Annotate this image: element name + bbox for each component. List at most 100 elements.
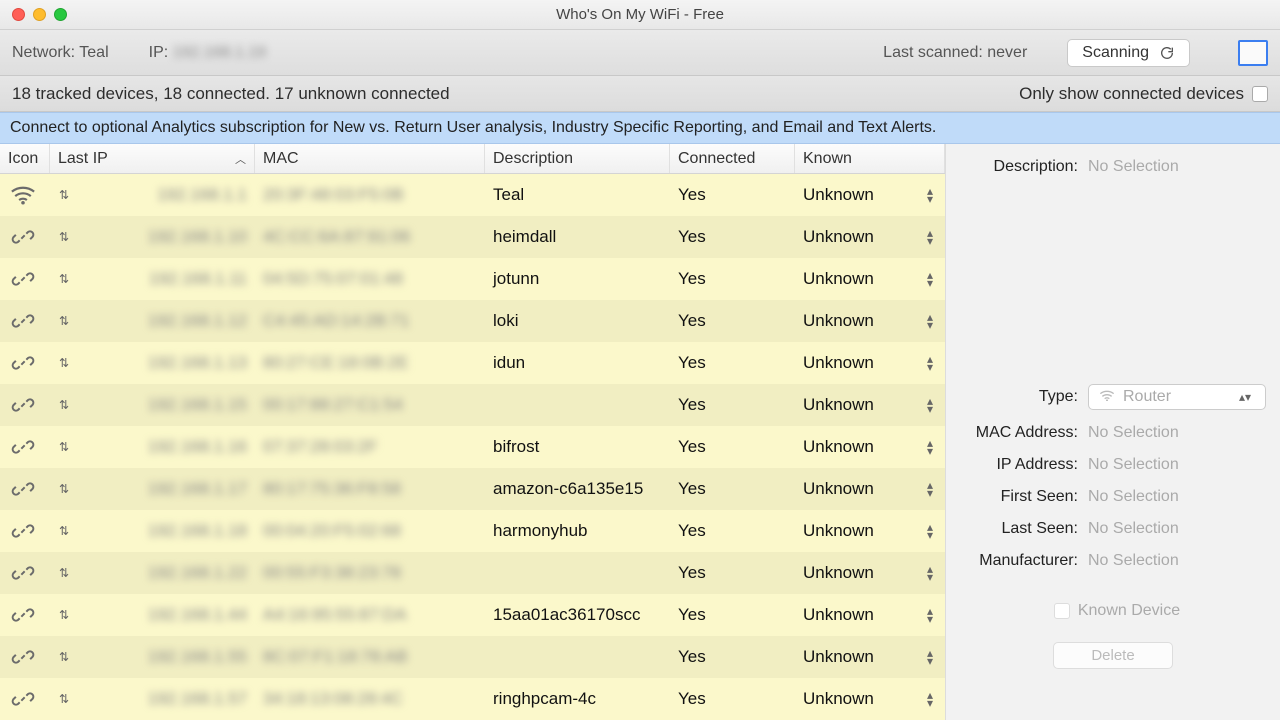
row-conn: Yes: [678, 437, 706, 456]
stepper-icon[interactable]: ▴▾: [927, 229, 933, 245]
sort-handle-icon[interactable]: ⇅: [58, 566, 70, 580]
device-table: Icon Last IP ︿ MAC Description Connected…: [0, 144, 945, 720]
stepper-icon[interactable]: ▴▾: [927, 439, 933, 455]
last-scanned: Last scanned: never: [883, 44, 1027, 62]
stepper-icon[interactable]: ▴▾: [927, 313, 933, 329]
table-row[interactable]: ⇅192.168.1.1104:5D:75:07:01:48jotunnYesU…: [0, 258, 945, 300]
row-mac: 34:18:13:08:28:4C: [263, 689, 403, 708]
reload-icon: [1159, 45, 1175, 61]
link-icon: [8, 479, 38, 499]
table-row[interactable]: ⇅192.168.1.12C4:45:AD:14:2B:71lokiYesUnk…: [0, 300, 945, 342]
sort-handle-icon[interactable]: ⇅: [58, 692, 70, 706]
row-known: Unknown: [803, 185, 874, 205]
stepper-icon[interactable]: ▴▾: [927, 523, 933, 539]
col-header-icon[interactable]: Icon: [0, 144, 50, 173]
stepper-icon[interactable]: ▴▾: [927, 607, 933, 623]
detail-mac-label: MAC Address:: [960, 424, 1078, 442]
table-row[interactable]: ⇅192.168.1.1380:27:CE:18:0B:2EidunYesUnk…: [0, 342, 945, 384]
row-known: Unknown: [803, 689, 874, 709]
scan-button[interactable]: Scanning: [1067, 39, 1190, 67]
sort-handle-icon[interactable]: ⇅: [58, 230, 70, 244]
analytics-banner[interactable]: Connect to optional Analytics subscripti…: [0, 112, 1280, 144]
status-bar: 18 tracked devices, 18 connected. 17 unk…: [0, 76, 1280, 112]
stepper-icon[interactable]: ▴▾: [927, 187, 933, 203]
col-header-mac[interactable]: MAC: [255, 144, 485, 173]
sort-handle-icon[interactable]: ⇅: [58, 188, 70, 202]
detail-ip-label: IP Address:: [960, 456, 1078, 474]
row-known: Unknown: [803, 437, 874, 457]
table-row[interactable]: ⇅192.168.1.104C:CC:6A:87:91:06heimdallYe…: [0, 216, 945, 258]
table-row[interactable]: ⇅192.168.1.2200:55:F3:38:23:78YesUnknown…: [0, 552, 945, 594]
known-device-checkbox[interactable]: [1054, 603, 1070, 619]
sort-handle-icon[interactable]: ⇅: [58, 440, 70, 454]
sort-handle-icon[interactable]: ⇅: [58, 314, 70, 328]
table-row[interactable]: ⇅192.168.1.1800:04:20:F5:02:68harmonyhub…: [0, 510, 945, 552]
row-ip: 192.168.1.11: [149, 269, 247, 289]
stepper-icon[interactable]: ▴▾: [927, 271, 933, 287]
row-conn: Yes: [678, 353, 706, 372]
table-row[interactable]: ⇅192.168.1.44A4:16:95:55:87:DA15aa01ac36…: [0, 594, 945, 636]
detail-type-label: Type:: [960, 388, 1078, 406]
sort-handle-icon[interactable]: ⇅: [58, 608, 70, 622]
wifi-icon: [8, 185, 38, 205]
col-header-known[interactable]: Known: [795, 144, 945, 173]
col-header-ip[interactable]: Last IP ︿: [50, 144, 255, 173]
col-header-desc[interactable]: Description: [485, 144, 670, 173]
only-connected-checkbox[interactable]: [1252, 86, 1268, 102]
row-mac: 80:27:CE:18:0B:2E: [263, 353, 409, 372]
link-icon: [8, 437, 38, 457]
link-icon: [8, 647, 38, 667]
delete-button[interactable]: Delete: [1053, 642, 1173, 669]
minimize-window-icon[interactable]: [33, 8, 46, 21]
detail-manufacturer-label: Manufacturer:: [960, 552, 1078, 570]
stepper-icon[interactable]: ▴▾: [927, 691, 933, 707]
row-mac: 04:5D:75:07:01:48: [263, 269, 403, 288]
detail-lastseen-label: Last Seen:: [960, 520, 1078, 538]
row-conn: Yes: [678, 647, 706, 666]
zoom-window-icon[interactable]: [54, 8, 67, 21]
stepper-icon[interactable]: ▴▾: [927, 481, 933, 497]
row-conn: Yes: [678, 269, 706, 288]
row-desc: Teal: [493, 185, 524, 204]
close-window-icon[interactable]: [12, 8, 25, 21]
row-desc: 15aa01ac36170scc: [493, 605, 640, 624]
stepper-icon[interactable]: ▴▾: [927, 355, 933, 371]
detail-lastseen-value: No Selection: [1088, 520, 1266, 538]
table-row[interactable]: ⇅192.168.1.1500:17:88:27:C1:54YesUnknown…: [0, 384, 945, 426]
detail-manufacturer-value: No Selection: [1088, 552, 1266, 570]
sort-handle-icon[interactable]: ⇅: [58, 398, 70, 412]
row-conn: Yes: [678, 185, 706, 204]
row-conn: Yes: [678, 479, 706, 498]
sort-handle-icon[interactable]: ⇅: [58, 482, 70, 496]
banner-text: Connect to optional Analytics subscripti…: [10, 119, 936, 137]
stepper-icon[interactable]: ▴▾: [927, 649, 933, 665]
row-conn: Yes: [678, 563, 706, 582]
table-row[interactable]: ⇅192.168.1.558C:07:F1:18:78:ABYesUnknown…: [0, 636, 945, 678]
sort-asc-icon: ︿: [235, 151, 246, 167]
row-desc: harmonyhub: [493, 521, 588, 540]
sort-handle-icon[interactable]: ⇅: [58, 356, 70, 370]
row-ip: 192.168.1.12: [148, 311, 247, 331]
sort-handle-icon[interactable]: ⇅: [58, 272, 70, 286]
type-combo[interactable]: Router ▴▾: [1088, 384, 1266, 410]
link-icon: [8, 521, 38, 541]
toolbar-toggle[interactable]: [1238, 40, 1268, 66]
sort-handle-icon[interactable]: ⇅: [58, 524, 70, 538]
col-header-conn[interactable]: Connected: [670, 144, 795, 173]
link-icon: [8, 605, 38, 625]
row-known: Unknown: [803, 269, 874, 289]
link-icon: [8, 269, 38, 289]
stepper-icon[interactable]: ▴▾: [927, 397, 933, 413]
stepper-icon[interactable]: ▴▾: [927, 565, 933, 581]
detail-ip-value: No Selection: [1088, 456, 1266, 474]
table-row[interactable]: ⇅192.168.1.1607:37:28:03:2FbifrostYesUnk…: [0, 426, 945, 468]
row-mac: 00:17:88:27:C1:54: [263, 395, 403, 414]
table-row[interactable]: ⇅192.168.1.1780:17:75:36:F8:58amazon-c6a…: [0, 468, 945, 510]
row-ip: 192.168.1.13: [148, 353, 247, 373]
table-row[interactable]: ⇅192.168.1.5734:18:13:08:28:4Cringhpcam-…: [0, 678, 945, 720]
row-conn: Yes: [678, 521, 706, 540]
sort-handle-icon[interactable]: ⇅: [58, 650, 70, 664]
row-conn: Yes: [678, 605, 706, 624]
table-row[interactable]: ⇅192.168.1.120:3F:48:03:F5:0BTealYesUnkn…: [0, 174, 945, 216]
row-known: Unknown: [803, 479, 874, 499]
